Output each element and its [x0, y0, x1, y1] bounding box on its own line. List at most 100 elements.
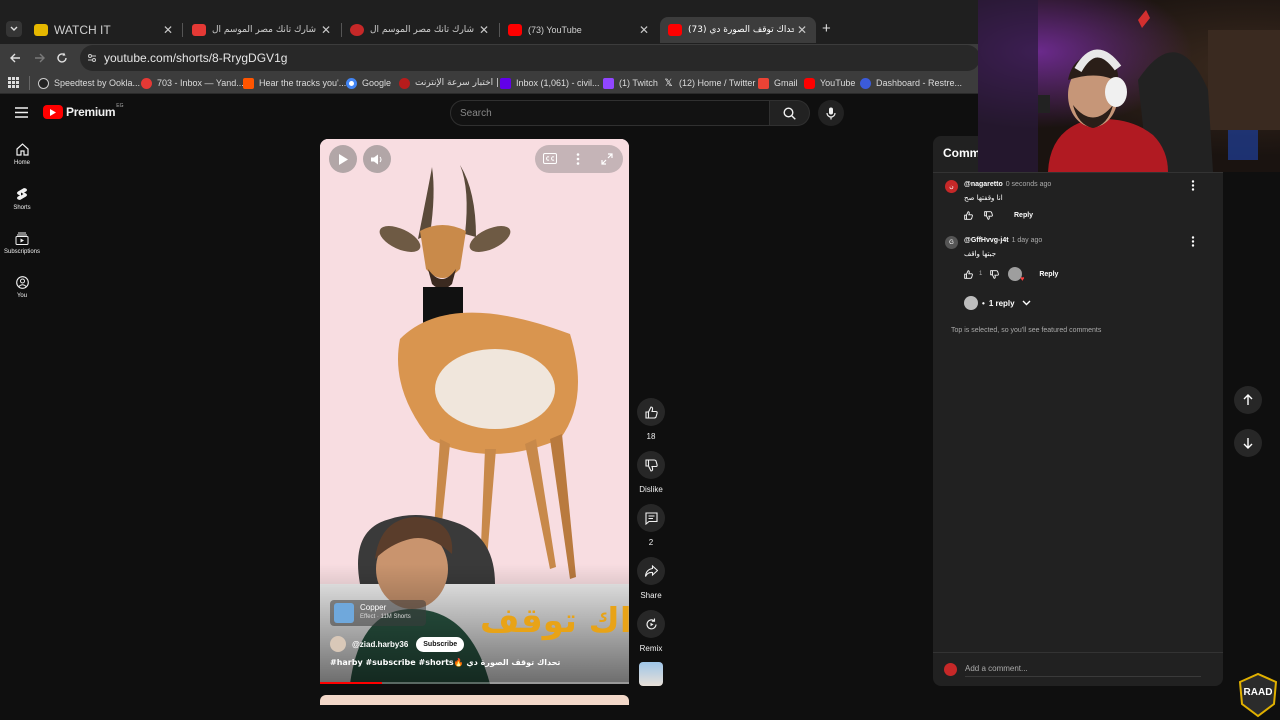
effect-meta: Effect · 11M Shorts	[360, 614, 411, 620]
bookmark-gmail[interactable]: Gmail	[758, 75, 798, 91]
comments-button[interactable]: 2	[636, 504, 666, 547]
bookmark-label: اختبار سرعة الإنترنت |...	[415, 78, 508, 88]
bookmark-restream[interactable]: Dashboard - Restre...	[860, 75, 962, 91]
guide-item-home[interactable]: Home	[0, 143, 44, 166]
comment-username[interactable]: @GffHvvg-j4t	[964, 237, 1009, 244]
audio-source-thumbnail[interactable]	[639, 662, 663, 686]
bookmark-label: Google	[362, 78, 392, 88]
reply-button[interactable]: Reply	[1039, 271, 1058, 278]
next-short-preview[interactable]	[320, 695, 629, 705]
thumbs-up-icon[interactable]	[964, 211, 973, 220]
subscribe-button[interactable]: Subscribe	[416, 636, 465, 652]
share-button[interactable]: Share	[636, 557, 666, 600]
browser-tab[interactable]: WATCH IT ✕	[26, 17, 182, 43]
comment-text: انا وقفتها صح	[964, 194, 1003, 202]
view-replies-toggle[interactable]: • 1 reply	[964, 296, 1031, 310]
back-arrow-icon[interactable]	[9, 52, 21, 64]
close-icon[interactable]: ✕	[160, 23, 176, 37]
thumbs-down-icon[interactable]	[990, 269, 1000, 279]
like-button[interactable]: 18	[636, 398, 666, 441]
volume-button[interactable]	[363, 145, 391, 173]
reload-icon[interactable]	[56, 52, 68, 64]
bookmark-soundcloud[interactable]: Hear the tracks you'...	[243, 75, 346, 91]
x-logo-icon: 𝕏	[664, 77, 673, 89]
guide-label: Home	[13, 160, 30, 166]
tab-title: برنامج شارك تانك مصر الموسم ال	[212, 25, 318, 35]
browser-tab-active[interactable]: (73) تحداك توقف الصورة دي 🔥 ✕	[660, 17, 816, 43]
forward-arrow-icon[interactable]	[34, 52, 46, 64]
browser-tab[interactable]: برنامج شارك تانك مصر الموسم ال ✕	[342, 17, 498, 43]
arrow-up-icon	[1243, 394, 1253, 405]
search-button[interactable]	[770, 100, 810, 126]
youtube-icon	[804, 77, 815, 89]
bookmark-google[interactable]: Google	[346, 75, 391, 91]
bookmark-label: Inbox (1,061) - civil...	[516, 78, 600, 88]
comment-timestamp[interactable]: 1 day ago	[1012, 237, 1043, 244]
tab-title: برنامج شارك تانك مصر الموسم ال	[370, 25, 476, 35]
close-icon[interactable]: ✕	[794, 23, 810, 37]
more-options-icon[interactable]	[576, 153, 580, 165]
new-tab-button[interactable]: +	[822, 20, 831, 37]
bookmark-inbox[interactable]: Inbox (1,061) - civil...	[500, 75, 600, 91]
guide-item-shorts[interactable]: Shorts	[0, 187, 44, 211]
close-icon[interactable]: ✕	[476, 23, 492, 37]
bookmark-speedtest-ar[interactable]: اختبار سرعة الإنترنت |...	[399, 75, 508, 91]
avatar	[964, 296, 978, 310]
comment-username[interactable]: @nagaretto	[964, 181, 1003, 188]
video-progress-bar[interactable]	[320, 682, 629, 684]
thumbs-up-icon[interactable]	[964, 269, 973, 279]
comment-more-icon[interactable]	[1191, 236, 1195, 247]
comment-timestamp[interactable]: 0 seconds ago	[1006, 181, 1052, 188]
address-bar[interactable]: youtube.com/shorts/8-RrygDGV1g	[80, 45, 980, 71]
thumbs-down-icon[interactable]	[984, 211, 993, 220]
channel-avatar[interactable]	[330, 636, 346, 652]
avatar[interactable]: G	[945, 236, 958, 249]
remix-label: Remix	[639, 644, 663, 653]
browser-tab[interactable]: (73) YouTube ✕	[500, 17, 658, 43]
comment-author[interactable]: @GffHvvg-j4t 1 day ago	[964, 237, 1042, 244]
comment-more-icon[interactable]	[1191, 180, 1195, 191]
avatar[interactable]: ن	[945, 180, 958, 193]
search-input[interactable]: Search	[450, 100, 770, 126]
remix-button[interactable]: Remix	[636, 610, 666, 653]
fullscreen-icon[interactable]	[601, 153, 613, 165]
comment-author[interactable]: @nagaretto 0 seconds ago	[964, 181, 1051, 188]
add-comment-input[interactable]: Add a comment...	[965, 664, 1201, 677]
play-button[interactable]	[329, 145, 357, 173]
apps-grid-icon[interactable]	[8, 77, 19, 88]
youtube-favicon-icon	[668, 24, 682, 36]
bookmark-speedtest[interactable]: Speedtest by Ookla...	[38, 75, 140, 91]
video-caption[interactable]: #harby #subscribe #shorts🔥 تحداك توقف ال…	[330, 658, 560, 667]
bookmark-yandex[interactable]: 703 - Inbox — Yand...	[141, 75, 244, 91]
dislike-button[interactable]: Dislike	[636, 451, 666, 494]
share-label: Share	[640, 591, 662, 600]
captions-icon[interactable]	[543, 153, 557, 164]
search-icon	[783, 106, 796, 120]
channel-handle[interactable]: @ziad.harby36	[352, 640, 408, 649]
next-short-button[interactable]	[1234, 429, 1262, 457]
comments-divider	[933, 172, 1223, 173]
bookmark-twitter[interactable]: 𝕏 (12) Home / Twitter	[663, 75, 755, 91]
stream-logo-badge: RAAD	[1236, 672, 1280, 718]
tab-favicon-icon	[192, 24, 206, 36]
effect-chip[interactable]: Copper Effect · 11M Shorts	[330, 600, 426, 626]
comment-actions: Reply	[964, 211, 1033, 220]
browser-tab[interactable]: برنامج شارك تانك مصر الموسم ال ✕	[184, 17, 340, 43]
bookmark-youtube[interactable]: YouTube	[804, 75, 855, 91]
menu-icon[interactable]	[15, 107, 28, 118]
tab-search-button[interactable]	[6, 21, 22, 37]
youtube-logo[interactable]: Premium EG	[43, 103, 124, 119]
shorts-video-player[interactable]: تحداك توقف Copper Effect · 11M Shorts @z…	[320, 139, 629, 684]
close-icon[interactable]: ✕	[636, 23, 652, 37]
guide-item-you[interactable]: You	[0, 276, 44, 299]
effect-thumbnail	[334, 603, 354, 623]
bookmark-twitch[interactable]: (1) Twitch	[603, 75, 658, 91]
guide-item-subscriptions[interactable]: Subscriptions	[0, 232, 44, 255]
comments-panel: Comments ن @nagaretto 0 seconds ago انا و…	[933, 136, 1223, 686]
reply-button[interactable]: Reply	[1014, 212, 1033, 219]
site-settings-icon[interactable]	[87, 53, 97, 63]
previous-short-button[interactable]	[1234, 386, 1262, 414]
close-icon[interactable]: ✕	[318, 23, 334, 37]
gmail-icon	[758, 77, 769, 89]
voice-search-button[interactable]	[818, 100, 844, 126]
